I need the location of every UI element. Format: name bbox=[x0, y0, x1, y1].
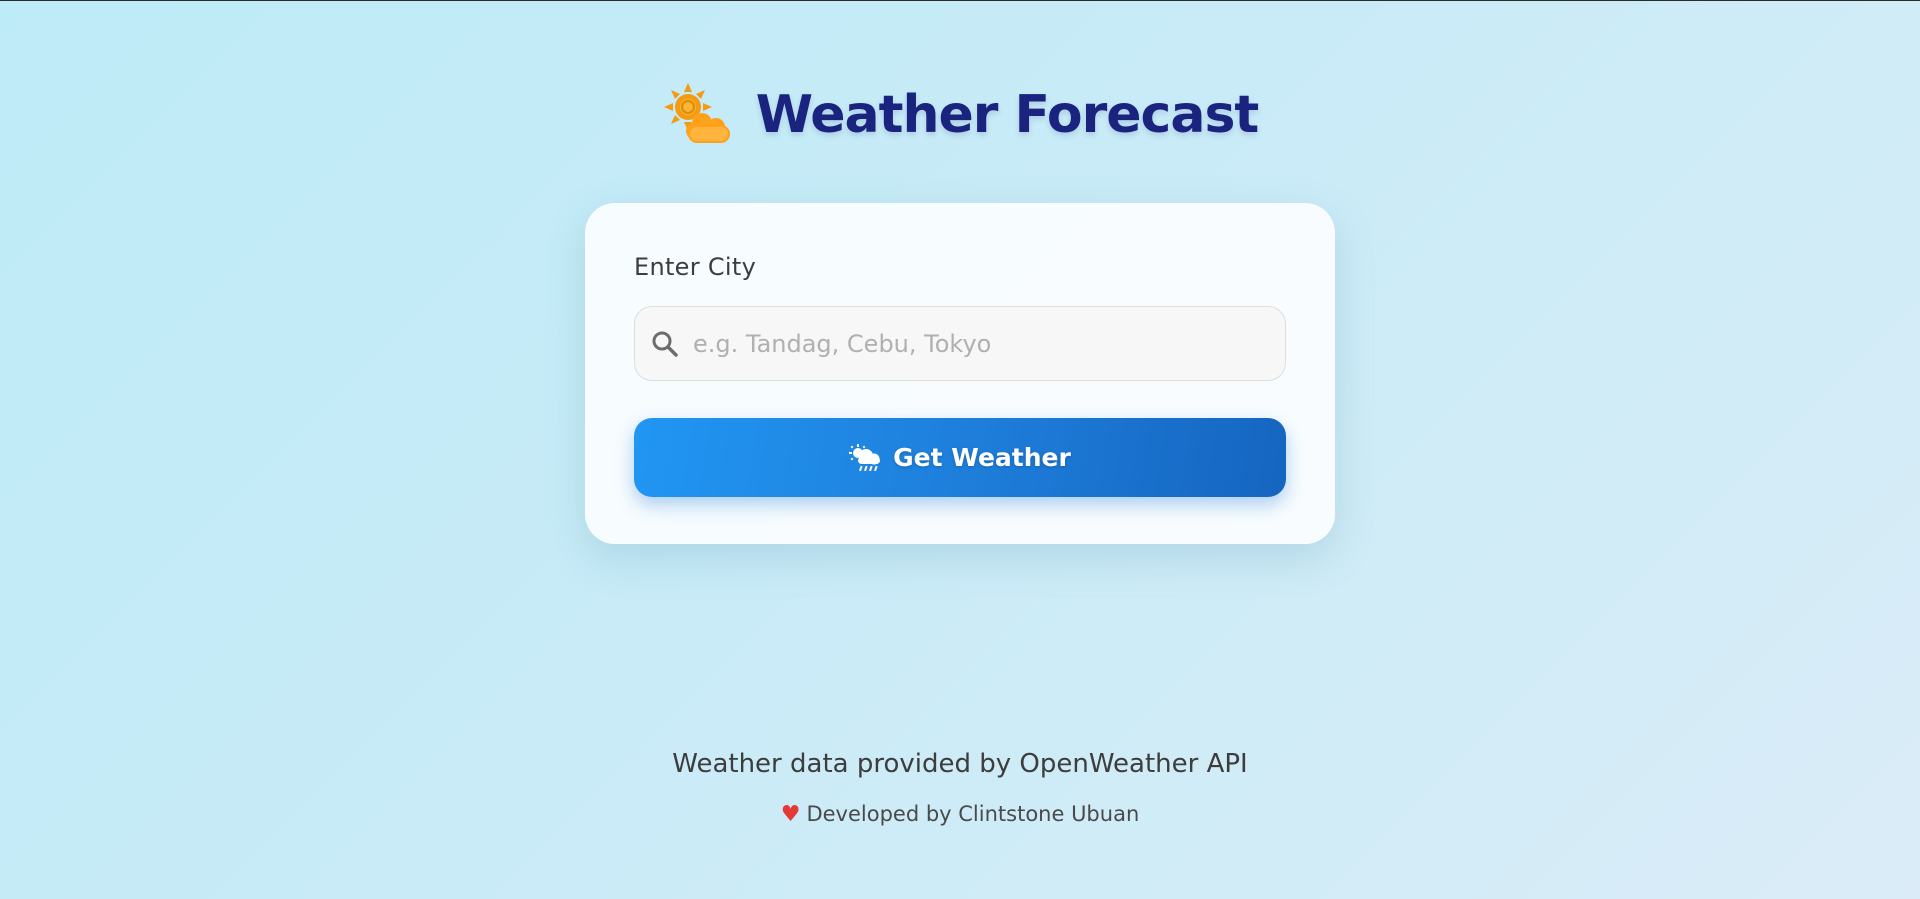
api-credit-text: Weather data provided by OpenWeather API bbox=[672, 749, 1248, 779]
get-weather-button[interactable]: Get Weather bbox=[634, 418, 1286, 497]
heart-icon: ♥ bbox=[780, 802, 801, 827]
developer-credit: ♥ Developed by Clintstone Ubuan bbox=[0, 802, 1920, 827]
search-icon bbox=[652, 331, 678, 357]
search-field[interactable] bbox=[634, 306, 1286, 381]
developer-credit-text: Developed by Clintstone Ubuan bbox=[806, 802, 1140, 826]
page-title: Weather Forecast bbox=[755, 85, 1260, 145]
city-label: Enter City bbox=[634, 253, 757, 281]
sun-behind-cloud-icon bbox=[663, 83, 730, 143]
page-header: Weather Forecast bbox=[0, 81, 1920, 149]
search-card: Enter City Get We bbox=[585, 203, 1335, 544]
city-search-input[interactable] bbox=[693, 307, 1273, 380]
sun-rain-cloud-icon bbox=[849, 443, 881, 471]
get-weather-label: Get Weather bbox=[893, 443, 1071, 472]
